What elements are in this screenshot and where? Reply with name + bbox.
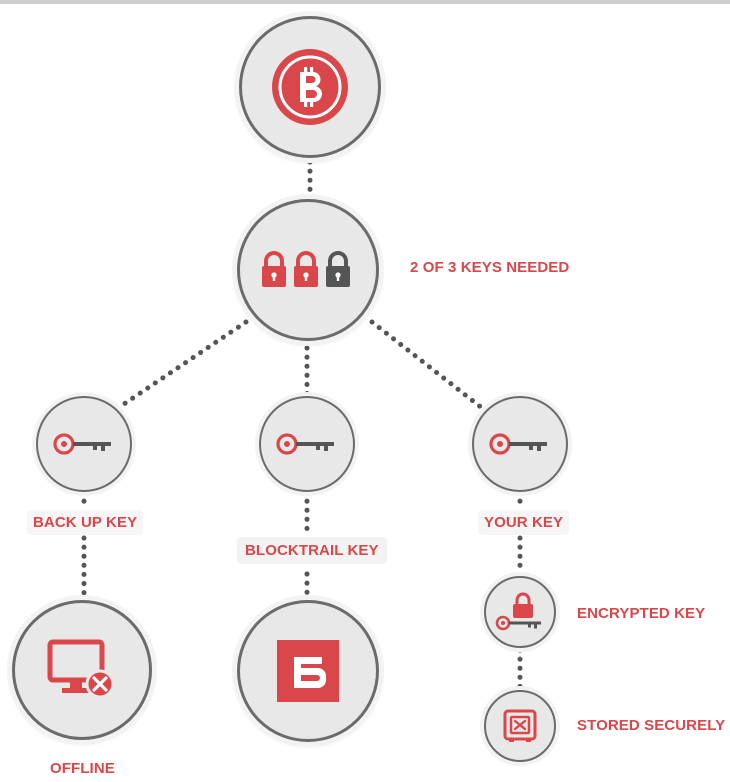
bitcoin-icon: [272, 49, 348, 125]
blocktrail-key-node[interactable]: [259, 396, 355, 492]
offline-node: [12, 600, 152, 740]
edge-multisig-backup: [115, 319, 249, 411]
blocktrail-logo-icon: [277, 640, 339, 702]
your-key-label: YOUR KEY: [478, 510, 570, 535]
blocktrail-node: [237, 600, 379, 742]
multisig-node: [237, 199, 379, 341]
stored-securely-label: STORED SECURELY: [577, 717, 726, 734]
edge-multisig-yourkey: [369, 319, 485, 411]
encrypted-key-node[interactable]: [484, 576, 556, 648]
blocktrail-key-label: BLOCKTRAIL KEY: [237, 537, 387, 564]
backup-key-label: BACK UP KEY: [27, 510, 144, 535]
stored-securely-node[interactable]: [484, 690, 556, 762]
offline-label: OFFLINE: [50, 760, 115, 777]
backup-key-node[interactable]: [36, 396, 132, 492]
bitcoin-node: [239, 16, 381, 158]
your-key-node[interactable]: [472, 396, 568, 492]
key-icon: [276, 433, 334, 455]
key-icon: [489, 433, 547, 455]
key-icon: [53, 433, 111, 455]
safe-icon: [503, 709, 537, 742]
encrypted-key-icon: [495, 592, 541, 631]
multisig-label: 2 OF 3 KEYS NEEDED: [410, 259, 570, 276]
padlocks-icon: [262, 251, 350, 287]
offline-monitor-icon: [47, 639, 115, 699]
encrypted-key-label: ENCRYPTED KEY: [577, 605, 706, 622]
